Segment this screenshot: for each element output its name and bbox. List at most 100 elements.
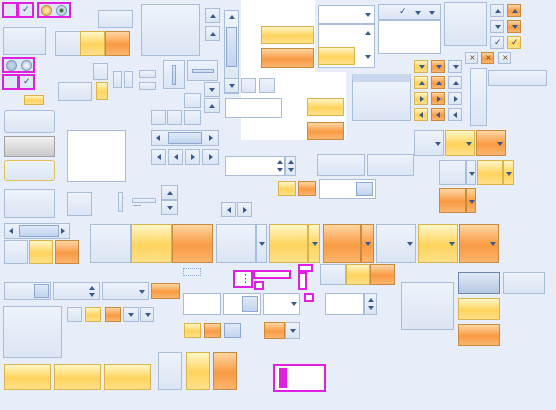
wide-button-yellow[interactable]: [4, 364, 51, 390]
slider-thumb[interactable]: [172, 65, 176, 85]
grip-highlight-2[interactable]: [253, 270, 291, 279]
arrow-left-yellow[interactable]: [414, 108, 428, 121]
large-button-normal[interactable]: [90, 224, 131, 263]
close-button-pressed[interactable]: ×: [498, 52, 511, 64]
spin-up[interactable]: [161, 185, 178, 200]
button-right-yellow[interactable]: [458, 298, 500, 320]
horizontal-slider[interactable]: [187, 60, 218, 81]
checkbox-sample-unchecked[interactable]: [2, 2, 18, 18]
tab-strip-1[interactable]: [317, 154, 365, 176]
split-dropdown-hot-arrow[interactable]: [503, 160, 514, 185]
arrow-right-yellow[interactable]: [414, 92, 428, 105]
combo-flat[interactable]: [4, 282, 51, 300]
orange-button-2[interactable]: [307, 122, 344, 140]
split-dropdown-pressed-arrow[interactable]: [466, 188, 476, 213]
large-button-pressed[interactable]: [172, 224, 213, 263]
scroll-up-button[interactable]: [205, 8, 220, 23]
wide-button-yellow-3[interactable]: [104, 364, 151, 390]
browse-input-2[interactable]: [223, 293, 261, 315]
close-button[interactable]: ×: [465, 52, 478, 64]
radio-sample-group[interactable]: [37, 2, 71, 18]
scroll-down-button[interactable]: [224, 78, 239, 93]
mini-split-orange[interactable]: [264, 322, 285, 339]
scroll-tile-a[interactable]: [241, 78, 256, 93]
large-button-hot[interactable]: [131, 224, 172, 263]
checkbox-sample-2[interactable]: [2, 74, 19, 90]
check-button-hot[interactable]: ✓: [507, 36, 521, 49]
arrow-down-plain[interactable]: [448, 60, 462, 73]
arrow-down-yellow[interactable]: [414, 60, 428, 73]
arrow-up-plain[interactable]: [448, 76, 462, 89]
nav-next[interactable]: [185, 149, 200, 165]
split-button-pressed[interactable]: [105, 31, 130, 56]
browse-input[interactable]: [319, 179, 376, 199]
large-split-hot-arrow[interactable]: [308, 224, 320, 263]
tall-button-hot[interactable]: [186, 352, 210, 390]
small-up-button-hot[interactable]: [507, 4, 521, 17]
split-dropdown-normal-arrow[interactable]: [466, 160, 476, 185]
tiny-orange-button[interactable]: [298, 181, 316, 196]
small-square-3[interactable]: [184, 93, 201, 108]
nav-last[interactable]: [202, 149, 219, 165]
splitter-handle[interactable]: [118, 192, 123, 212]
small-tile-3[interactable]: [139, 70, 156, 78]
large-dropdown-hot[interactable]: [418, 224, 458, 263]
textbox-panel[interactable]: [58, 82, 92, 101]
selection-highlight-box[interactable]: [273, 364, 326, 392]
spin-input-buttons[interactable]: [364, 293, 377, 315]
split-dropdown-normal[interactable]: [439, 160, 466, 185]
arrow-left-plain[interactable]: [448, 108, 462, 121]
wide-button-yellow-2[interactable]: [54, 364, 101, 390]
grip-highlight-1[interactable]: ⋮: [233, 270, 253, 288]
nav-first[interactable]: [151, 149, 166, 165]
mini-button-blue[interactable]: [224, 323, 241, 338]
arrow-left-orange[interactable]: [431, 108, 445, 121]
hscroll-small[interactable]: [4, 223, 70, 239]
arrow-up-orange[interactable]: [431, 76, 445, 89]
yellow-button[interactable]: [261, 26, 314, 44]
small-tile-4[interactable]: [139, 82, 156, 90]
small-tile-2[interactable]: [124, 71, 133, 88]
button-focused[interactable]: [4, 160, 55, 181]
tall-button-pressed[interactable]: [213, 352, 237, 390]
tiny-yellow-button[interactable]: [278, 181, 296, 196]
radio-sample-group-2[interactable]: [2, 57, 35, 73]
tiny-button-2[interactable]: [85, 307, 101, 322]
large-split-hot[interactable]: [269, 224, 308, 263]
tab-strip-2[interactable]: [367, 154, 414, 176]
tiny-check-highlight-2[interactable]: [304, 293, 314, 302]
dropdown-button-normal[interactable]: [414, 130, 444, 156]
combo-flat-2[interactable]: [102, 282, 149, 300]
small-square-2[interactable]: [167, 110, 182, 125]
tiny-dropdown-2[interactable]: [140, 307, 154, 322]
checkbox-sample-2-checked[interactable]: ✓: [18, 74, 35, 90]
toggle-button[interactable]: [93, 63, 108, 80]
combo-flat-button[interactable]: [34, 284, 49, 298]
page-next[interactable]: [237, 202, 252, 217]
combo-selected-item[interactable]: [318, 47, 355, 65]
small-down-button-hot[interactable]: [507, 20, 521, 33]
yellow-button-2[interactable]: [307, 98, 344, 116]
button-silver[interactable]: [4, 136, 55, 157]
split-button-hot[interactable]: [80, 31, 105, 56]
dropdown-spinner[interactable]: [204, 82, 220, 97]
dropdown-button-hot[interactable]: [445, 130, 475, 156]
button-row-hot[interactable]: [346, 264, 370, 285]
combo-box[interactable]: [318, 5, 375, 24]
small-square-1[interactable]: [151, 110, 166, 125]
orange-button[interactable]: [261, 48, 314, 68]
slider-thumb-h[interactable]: [192, 69, 214, 73]
tiny-button-1[interactable]: [67, 307, 82, 322]
small-up-button[interactable]: [490, 4, 504, 17]
button-right-plain[interactable]: [503, 272, 545, 294]
button-silver-right[interactable]: [458, 272, 500, 294]
vertical-slider[interactable]: [163, 60, 185, 89]
arrow-right-orange[interactable]: [431, 92, 445, 105]
large-split-normal-arrow[interactable]: [256, 224, 267, 263]
mini-split-arrow[interactable]: [285, 322, 300, 339]
combo-flat-pressed[interactable]: [151, 283, 180, 299]
spin-button[interactable]: [285, 156, 296, 176]
close-button-hot[interactable]: ×: [481, 52, 494, 64]
browse-button-2[interactable]: [242, 296, 258, 312]
button-row-pressed[interactable]: [370, 264, 395, 285]
